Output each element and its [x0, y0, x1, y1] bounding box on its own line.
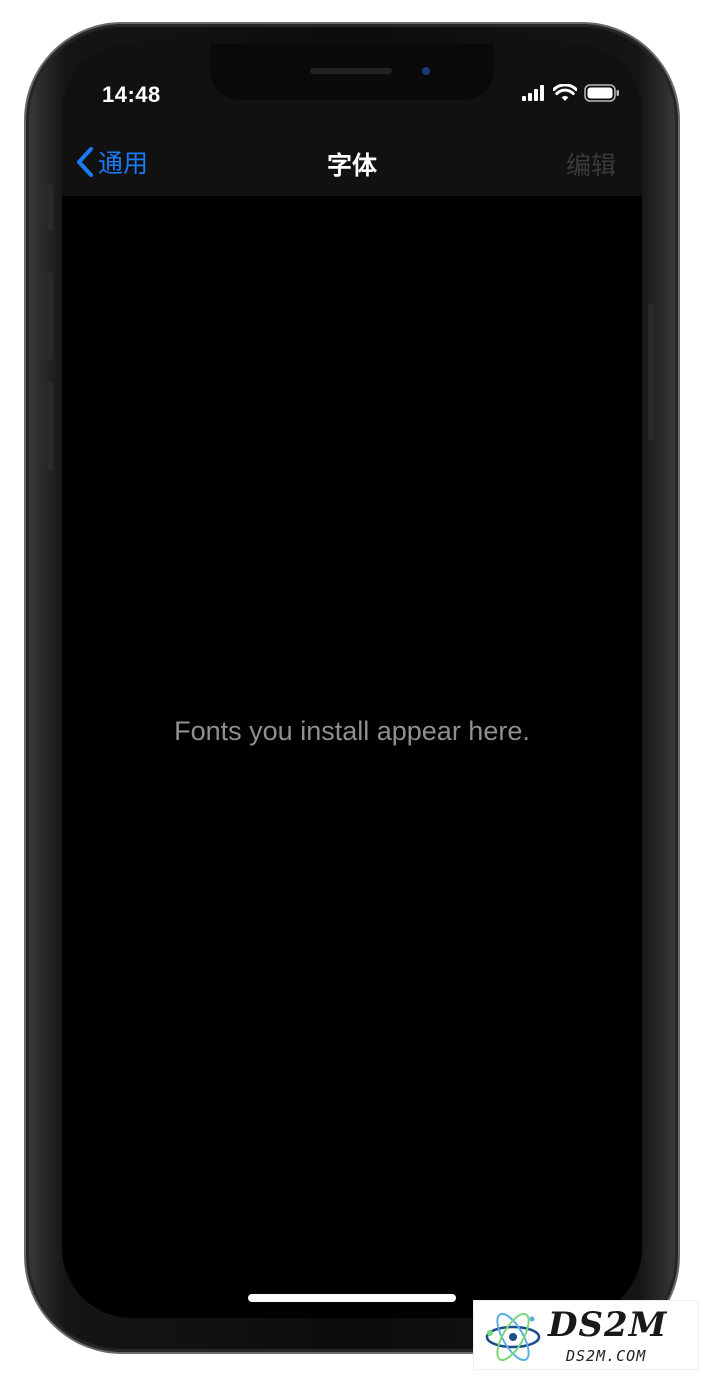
notch — [210, 44, 494, 100]
page-title: 字体 — [326, 152, 377, 180]
status-icons — [522, 84, 620, 102]
wifi-icon — [553, 84, 577, 101]
volume-down-button — [47, 382, 53, 470]
speaker — [310, 68, 392, 74]
power-button — [648, 304, 654, 440]
watermark-subtitle: DS2M.COM — [566, 1347, 647, 1365]
cellular-signal-icon — [522, 85, 544, 101]
battery-icon — [584, 84, 619, 102]
status-time: 14:48 — [102, 82, 161, 107]
front-camera — [422, 67, 430, 75]
screen: 14:48 通用 字体 编辑 Fonts you install appear … — [62, 44, 642, 1318]
home-indicator[interactable] — [248, 1294, 456, 1302]
edit-button[interactable]: 编辑 — [566, 146, 616, 182]
fonts-list-area: Fonts you install appear here. — [62, 196, 642, 1318]
volume-up-button — [47, 272, 53, 360]
silent-switch — [47, 184, 53, 230]
empty-state-message: Fonts you install appear here. — [174, 716, 530, 746]
navigation-bar: 通用 字体 编辑 — [62, 116, 642, 196]
watermark-title: DS2M — [548, 1305, 668, 1345]
atom-logo-icon — [485, 1312, 541, 1362]
watermark: DS2M DS2M.COM — [473, 1300, 699, 1370]
